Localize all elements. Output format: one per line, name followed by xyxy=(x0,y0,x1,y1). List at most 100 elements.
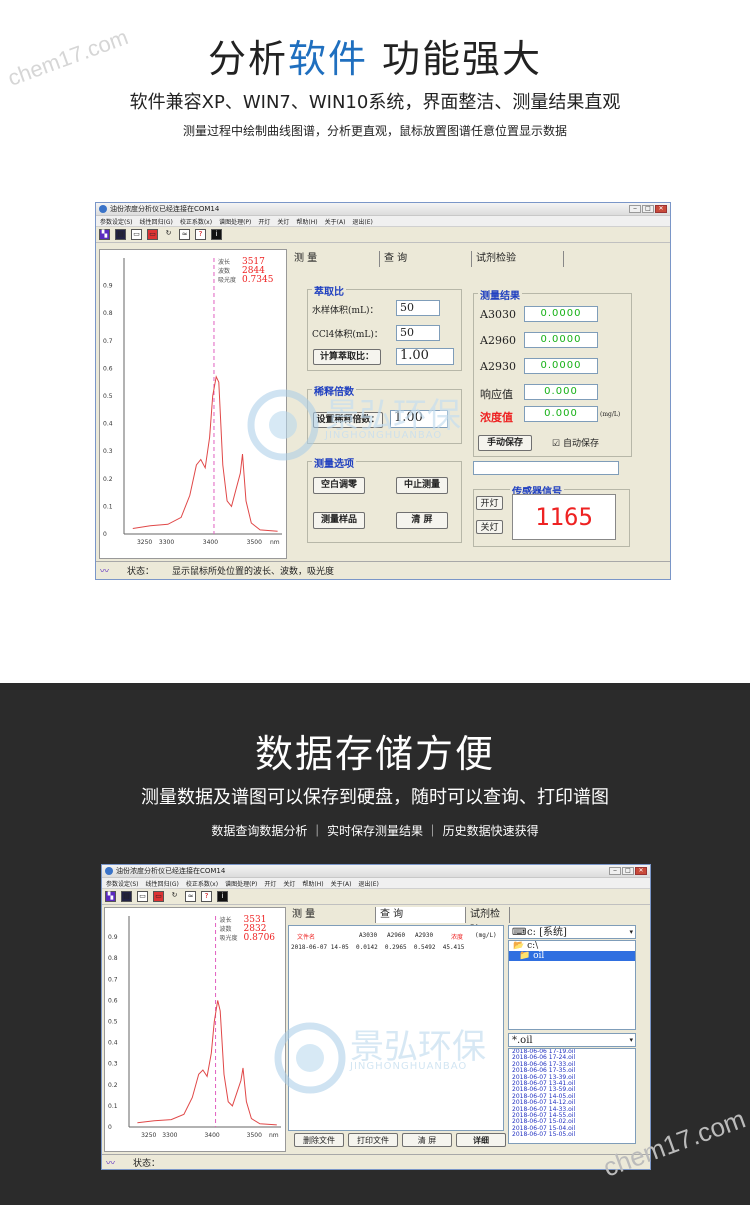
menu-item-5[interactable]: 关灯 xyxy=(283,879,295,888)
print-icon[interactable]: ▭ xyxy=(137,891,148,902)
tab-query[interactable]: 查 询 xyxy=(376,907,466,923)
folder-tree[interactable]: 📂 c:\ 📁 oil xyxy=(508,940,636,1030)
tab-measure[interactable]: 测 量 xyxy=(288,907,376,923)
clear-screen-button[interactable]: 清 屏 xyxy=(396,512,448,529)
column-header: 浓度 xyxy=(451,934,464,941)
folder-oil[interactable]: 📁 oil xyxy=(509,951,635,961)
section-software: chem17.com 分析软件 功能强大 软件兼容XP、WIN7、WIN10系统… xyxy=(0,0,750,683)
menu-item-3[interactable]: 谱图处理(P) xyxy=(219,217,251,226)
ccl4-volume-input[interactable]: 50 xyxy=(396,325,440,341)
close-button[interactable]: ✕ xyxy=(635,867,647,875)
open-icon[interactable]: ▚ xyxy=(105,891,116,902)
save-icon[interactable]: ▤ xyxy=(115,229,126,240)
menu-item-4[interactable]: 开灯 xyxy=(264,879,276,888)
minimize-button[interactable]: ‒ xyxy=(629,205,641,213)
chevron-down-icon: ▾ xyxy=(629,928,633,936)
folder-icon: 📂 xyxy=(513,941,525,951)
folder-icon: 📁 xyxy=(519,951,531,961)
brand-watermark-en: JINGHONGHUANBAO xyxy=(325,430,443,441)
y-tick-label: 0.7 xyxy=(108,976,118,983)
menu-item-2[interactable]: 校正系数(x) xyxy=(180,217,212,226)
tab-query[interactable]: 查 询 xyxy=(380,251,472,267)
graph-icon[interactable]: ≈ xyxy=(185,891,196,902)
tab-reagent[interactable]: 试剂检验 xyxy=(466,907,510,936)
info-icon[interactable]: i xyxy=(217,891,228,902)
tab-bar: 测 量 查 询 试剂检验 xyxy=(290,251,564,267)
menu-item-6[interactable]: 帮助(H) xyxy=(302,879,323,888)
file-list[interactable]: 2018-06-06 17-19.oil 2018-06-06 17-24.oil… xyxy=(508,1048,636,1144)
x-unit-label: nm xyxy=(269,1132,279,1139)
menu-item-7[interactable]: 关于(A) xyxy=(331,879,352,888)
y-tick-label: 0.4 xyxy=(103,421,113,428)
print-file-button[interactable]: 打印文件 xyxy=(348,1133,398,1147)
extract-title: 萃取比 xyxy=(312,283,346,298)
menu-item-1[interactable]: 线性回归(G) xyxy=(140,217,173,226)
menu-item-8[interactable]: 退出(E) xyxy=(352,217,372,226)
file-item[interactable]: 2018-06-07 15-05.oil xyxy=(512,1131,635,1138)
water-volume-input[interactable]: 50 xyxy=(396,300,440,316)
column-header: A3030 xyxy=(359,932,378,939)
toolbar: ▚ ▤ ▭ ▭ ↻ ≈ ? i xyxy=(96,227,670,243)
x-tick-label: 3250 xyxy=(141,1132,156,1139)
close-button[interactable]: ✕ xyxy=(655,205,667,213)
menu-item-6[interactable]: 帮助(H) xyxy=(296,217,317,226)
section-title: 分析软件 功能强大 xyxy=(207,37,543,81)
file-filter-select[interactable]: *.oil ▾ xyxy=(508,1033,636,1047)
measure-sample-button[interactable]: 测量样品 xyxy=(313,512,365,529)
help-icon[interactable]: ? xyxy=(201,891,212,902)
menu-item-0[interactable]: 参数设定(S) xyxy=(100,217,133,226)
message-field[interactable] xyxy=(473,461,619,475)
manual-save-button[interactable]: 手动保存 xyxy=(478,435,532,451)
menu-item-1[interactable]: 线性回归(G) xyxy=(146,879,179,888)
readout-value: 0.8706 xyxy=(244,933,276,943)
menu-item-4[interactable]: 开灯 xyxy=(258,217,270,226)
delete-file-button[interactable]: 删除文件 xyxy=(294,1133,344,1147)
clear-screen-button[interactable]: 清 屏 xyxy=(402,1133,452,1147)
print-icon[interactable]: ▭ xyxy=(131,229,142,240)
chart-icon[interactable]: ▭ xyxy=(147,229,158,240)
detail-button[interactable]: 详细 xyxy=(456,1133,506,1147)
help-icon[interactable]: ? xyxy=(195,229,206,240)
menu-item-5[interactable]: 关灯 xyxy=(277,217,289,226)
toolbar: ▚ ▤ ▭ ▭ ↻ ≈ ? i xyxy=(102,889,650,905)
info-icon[interactable]: i xyxy=(211,229,222,240)
x-tick-label: 3250 xyxy=(137,539,152,546)
x-tick-label: 3300 xyxy=(159,539,174,546)
y-tick-label: 0.8 xyxy=(103,310,113,317)
save-icon[interactable]: ▤ xyxy=(121,891,132,902)
water-volume-label: 水样体积(mL)： xyxy=(312,306,379,316)
maximize-button[interactable]: □ xyxy=(622,867,634,875)
folder-root[interactable]: 📂 c:\ xyxy=(509,941,635,951)
result-value: 0.0000 xyxy=(524,306,598,322)
app-icon xyxy=(99,205,107,213)
menu-item-8[interactable]: 退出(E) xyxy=(358,879,378,888)
maximize-button[interactable]: □ xyxy=(642,205,654,213)
menu-bar: 参数设定(S) 线性回归(G) 校正系数(x) 谱图处理(P) 开灯 关灯 帮助(H) 关于(… xyxy=(96,216,670,227)
refresh-icon[interactable]: ↻ xyxy=(169,891,180,902)
stop-measure-button[interactable]: 中止测量 xyxy=(396,477,448,494)
section-subtitle: 软件兼容XP、WIN7、WIN10系统，界面整洁、测量结果直观 xyxy=(129,92,621,113)
chart-icon[interactable]: ▭ xyxy=(153,891,164,902)
menu-item-3[interactable]: 谱图处理(P) xyxy=(225,879,257,888)
lamp-off-button[interactable]: 关灯 xyxy=(476,520,503,534)
blank-zero-button[interactable]: 空白调零 xyxy=(313,477,365,494)
minimize-button[interactable]: ‒ xyxy=(609,867,621,875)
graph-icon[interactable]: ≈ xyxy=(179,229,190,240)
table-row[interactable]: 2018-06-07 14-05 0.0142 0.2965 0.5492 45… xyxy=(291,944,464,951)
app-icon xyxy=(105,867,113,875)
lamp-on-button[interactable]: 开灯 xyxy=(476,496,503,510)
result-label: A3030 xyxy=(480,308,516,321)
menu-item-2[interactable]: 校正系数(x) xyxy=(186,879,218,888)
spectrum-line xyxy=(137,1000,277,1126)
y-tick-label: 0.3 xyxy=(103,448,113,455)
auto-save-checkbox[interactable]: ☑ 自动保存 xyxy=(552,436,599,449)
refresh-icon[interactable]: ↻ xyxy=(163,229,174,240)
open-icon[interactable]: ▚ xyxy=(99,229,110,240)
tab-measure[interactable]: 测 量 xyxy=(290,251,380,267)
tab-reagent[interactable]: 试剂检验 xyxy=(472,251,564,267)
spectrum-plot[interactable]: 0.9 0.8 0.7 0.6 0.5 0.4 0.3 0.2 0.1 0 3250 3300 3400… xyxy=(104,907,286,1152)
menu-item-0[interactable]: 参数设定(S) xyxy=(106,879,139,888)
calc-ratio-button[interactable]: 计算萃取比： xyxy=(313,349,381,365)
drive-select[interactable]: c: [系统] ⌨ ▾ xyxy=(508,925,636,939)
menu-item-7[interactable]: 关于(A) xyxy=(325,217,346,226)
